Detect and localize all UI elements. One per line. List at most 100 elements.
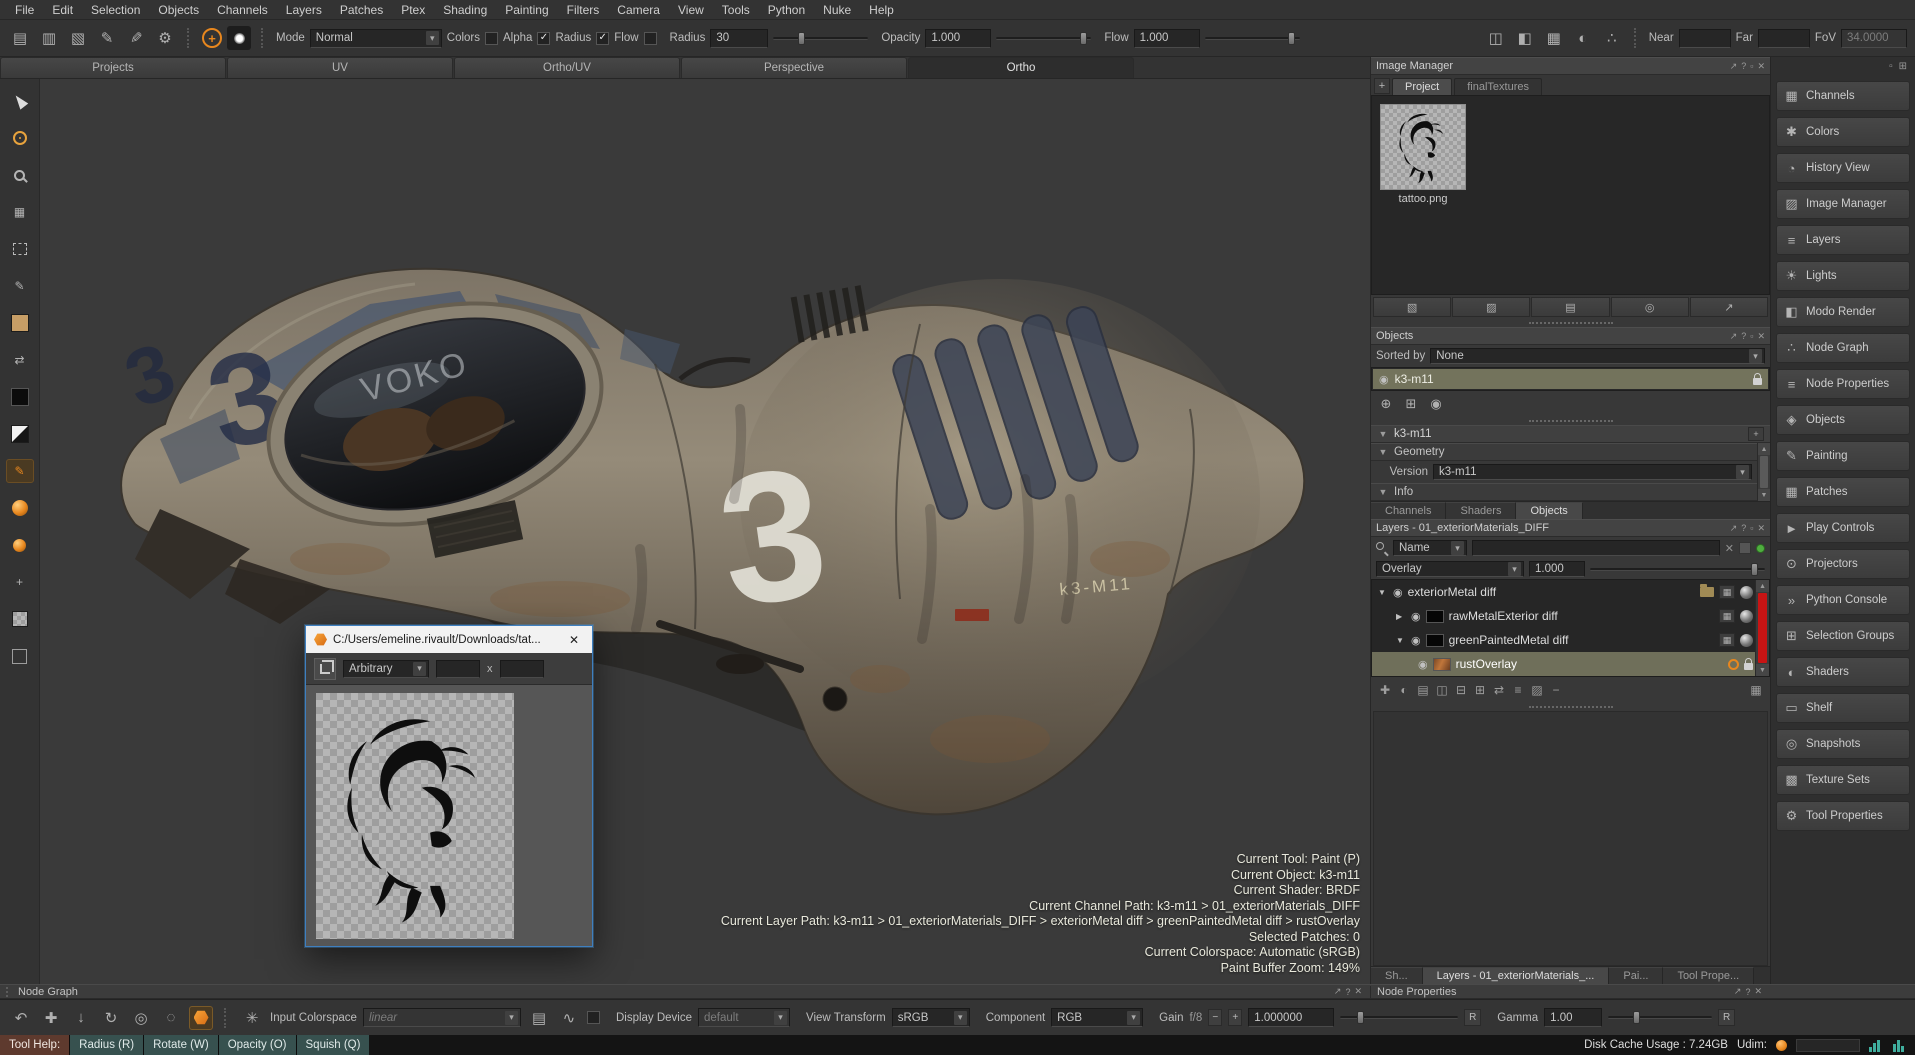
palette-button-node-graph[interactable]: ∴Node Graph [1776,333,1910,363]
menu-edit[interactable]: Edit [43,1,82,19]
tab-perspective[interactable]: Perspective [681,57,907,78]
add-image-tab-button[interactable]: + [1374,78,1390,94]
palette-button-tool-properties[interactable]: ⚙Tool Properties [1776,801,1910,831]
layer-visibility-icon[interactable]: ◉ [1418,658,1428,671]
mari-hexagon-button[interactable] [189,1006,213,1030]
layer-row-exteriormetal[interactable]: ▼ ◉ exteriorMetal diff ▦ [1372,580,1769,604]
close-icon[interactable]: ✕ [1757,523,1765,534]
blend-mode-select[interactable]: Overlay▾ [1376,561,1524,577]
pen-tool-icon[interactable]: ✎ [95,26,119,50]
close-icon[interactable]: ✕ [1757,61,1765,72]
float-icon[interactable]: ▫ [1889,61,1893,72]
gradient-swatch[interactable] [6,422,34,446]
focus-view-button[interactable]: ◎ [129,1006,153,1030]
crop-image-dialog[interactable]: C:/Users/emeline.rivault/Downloads/tat..… [305,625,593,947]
info-section-header[interactable]: ▼ Info [1371,483,1757,501]
filter-toggle[interactable] [1739,542,1751,554]
popout-icon[interactable]: ↗ [1334,986,1342,997]
layer-expander-icon[interactable]: ▼ [1396,636,1406,645]
tattoo-image[interactable] [316,693,514,939]
add-section-button[interactable]: + [1748,427,1764,441]
image-tab-project[interactable]: Project [1392,78,1452,95]
layer-visibility-icon[interactable]: ◉ [1411,634,1421,647]
curve-editor-button[interactable]: ∿ [557,1006,581,1030]
lock-icon[interactable] [1753,378,1762,385]
copy-colorspace-button[interactable]: ▤ [527,1006,551,1030]
menu-selection[interactable]: Selection [82,1,149,19]
alpha-link-checkbox[interactable]: ✓ [537,32,550,45]
palette-button-selection-groups[interactable]: ⊞Selection Groups [1776,621,1910,651]
palette-button-channels[interactable]: ▦Channels [1776,81,1910,111]
close-icon[interactable]: ✕ [1757,331,1765,342]
component-select[interactable]: RGB▾ [1051,1008,1143,1027]
settings-icon[interactable]: ⚙ [153,26,177,50]
menu-filters[interactable]: Filters [558,1,609,19]
input-colorspace-select[interactable]: linear▾ [363,1008,521,1027]
share-layer-button[interactable]: ▨ [1531,683,1543,697]
layers-scrollbar[interactable]: ▼ ▼ [1755,580,1769,676]
transfer-layer-button[interactable]: ⇄ [1493,683,1505,697]
duplicate-layer-button[interactable]: ⊞ [1474,683,1486,697]
gamma-reset-button[interactable]: R [1718,1009,1735,1026]
gamma-slider[interactable] [1608,1016,1712,1019]
dock-icon[interactable]: ⊞ [1899,61,1907,72]
help-icon[interactable]: ? [1741,331,1746,341]
layer-row-greenpainted[interactable]: ▼ ◉ greenPaintedMetal diff ▦ [1372,628,1769,652]
export-image-button[interactable]: ▨ [1452,297,1530,317]
popout-icon[interactable]: ↗ [1730,61,1738,72]
layers-search-input[interactable] [1472,540,1720,556]
add-group-button[interactable]: ▤ [1417,683,1429,697]
udim-field[interactable] [1796,1039,1860,1052]
paint-mode-select[interactable]: Normal▾ [310,29,442,48]
layer-mask-button[interactable]: ▦ [1719,633,1735,647]
menu-layers[interactable]: Layers [277,1,331,19]
objects-header[interactable]: Objects ↗?▫✕ [1371,327,1770,345]
gain-increment-button[interactable]: + [1228,1009,1242,1026]
menu-view[interactable]: View [669,1,713,19]
layer-mask-button[interactable]: ▦ [1719,585,1735,599]
dialog-titlebar[interactable]: C:/Users/emeline.rivault/Downloads/tat..… [306,626,592,653]
paint-through-tool[interactable]: ✎ [6,459,34,483]
palette-button-shaders[interactable]: ◐Shaders [1776,657,1910,687]
crop-mode-select[interactable]: Arbitrary▾ [343,660,429,678]
paint-tool[interactable]: ✎ [6,274,34,298]
blend-amount-input[interactable]: 1.000 [1529,561,1585,577]
add-adjustment-button[interactable]: ◐ [1398,683,1410,697]
layers-list[interactable]: ▼ ◉ exteriorMetal diff ▦ ▶ ◉ rawMetalExt… [1371,579,1770,677]
layer-row-rustoverlay[interactable]: ◉ rustOverlay [1372,652,1769,676]
remove-layer-button[interactable]: − [1550,683,1562,697]
menu-tools[interactable]: Tools [713,1,759,19]
gain-slider[interactable] [1340,1016,1458,1019]
dock-splitter[interactable] [1371,703,1770,711]
gain-input[interactable]: 1.000000 [1248,1008,1334,1027]
close-icon[interactable]: ✕ [1754,986,1762,997]
help-icon[interactable]: ? [1745,987,1750,997]
projection-icon[interactable]: ◧ [1513,26,1537,50]
object-section-header[interactable]: ▼ k3-m11 + [1371,425,1770,443]
tab-ortho-uv[interactable]: Ortho/UV [454,57,680,78]
palette-button-python-console[interactable]: »Python Console [1776,585,1910,615]
close-icon[interactable]: ✕ [1354,986,1362,997]
crop-width-input[interactable] [436,660,480,678]
palette-button-node-properties[interactable]: ≡Node Properties [1776,369,1910,399]
menu-file[interactable]: File [6,1,43,19]
brush-tool-icon[interactable]: ✎ [124,26,148,50]
crop-image-area[interactable] [306,685,592,946]
display-device-select[interactable]: default▾ [698,1008,790,1027]
scroll-down-icon[interactable]: ▼ [1758,489,1770,501]
duplicate-image-button[interactable]: ▤ [1531,297,1609,317]
layer-list-button[interactable]: ≡ [1512,683,1524,697]
node-view-icon[interactable]: ∴ [1600,26,1624,50]
radius-slider[interactable] [773,37,868,40]
colorspace-toggle-checkbox[interactable] [587,1011,600,1024]
image-thumbnail-cell[interactable]: tattoo.png [1380,104,1466,205]
layer-visibility-icon[interactable]: ◉ [1411,610,1421,623]
popout-icon[interactable]: ↗ [1730,523,1738,534]
tab-uv[interactable]: UV [227,57,453,78]
object-row-k3m11[interactable]: ◉ k3-m11 [1373,369,1768,389]
scroll-down-icon[interactable]: ▼ [1756,664,1769,676]
fov-input[interactable]: 34.0000 [1841,29,1907,48]
palette-button-patches[interactable]: ▦Patches [1776,477,1910,507]
pan-view-button[interactable]: ✚ [39,1006,63,1030]
merge-layers-button[interactable]: ⊟ [1455,683,1467,697]
